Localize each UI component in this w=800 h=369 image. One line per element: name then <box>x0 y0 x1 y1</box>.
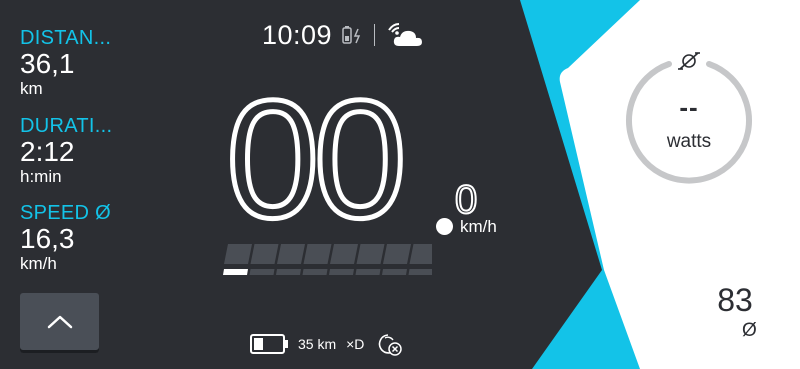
distance-stat: DISTAN... 36,1 km <box>20 27 200 99</box>
avg-speed-stat: SPEED Ø 16,3 km/h <box>20 202 200 274</box>
assist-segment <box>303 244 332 264</box>
assist-indicator <box>302 269 328 275</box>
battery-fill <box>254 338 263 350</box>
chevron-up-icon <box>47 315 73 329</box>
assist-segment <box>383 244 411 264</box>
light-label: ×D <box>346 336 365 352</box>
assist-indicator <box>355 269 381 275</box>
ebike-display: DISTAN... 36,1 km DURATI... 2:12 h:min S… <box>0 0 800 369</box>
assist-indicator <box>329 269 354 275</box>
pedal-power-icon <box>678 52 700 70</box>
range-value: 35 km <box>298 336 337 352</box>
avg-speed-label: SPEED Ø <box>20 202 112 224</box>
assist-segment <box>330 244 358 264</box>
distance-unit: km <box>20 79 43 98</box>
assist-indicator-active <box>223 269 248 275</box>
speed-decimal: 0 <box>454 177 478 223</box>
assist-lower-segments <box>223 269 432 275</box>
distance-value: 36,1 <box>20 48 75 79</box>
bottom-status-bar: 35 km ×D <box>250 331 406 357</box>
assist-indicator <box>249 269 275 275</box>
assist-indicator <box>382 269 407 275</box>
assist-segment <box>224 244 252 264</box>
status-bar: 10:09 <box>262 18 429 52</box>
clock: 10:09 <box>262 19 333 50</box>
phone-battery-charging-icon <box>342 26 361 44</box>
cadence-value: 83 <box>717 282 753 318</box>
scroll-up-button[interactable] <box>20 293 99 353</box>
assist-indicator <box>276 269 301 275</box>
distance-label: DISTAN... <box>20 27 112 49</box>
assist-indicator <box>408 269 432 275</box>
speed-integer: 00 <box>224 65 410 253</box>
assist-level-bar <box>223 244 432 275</box>
duration-stat: DURATI... 2:12 h:min <box>20 115 200 187</box>
status-divider <box>374 24 376 46</box>
speed-unit: km/h <box>460 217 497 236</box>
avg-speed-value: 16,3 <box>20 223 75 254</box>
power-value: -- <box>679 92 699 122</box>
assist-upper-segments <box>224 244 432 264</box>
assist-off-icon <box>379 334 403 356</box>
connected-cloud-icon <box>388 23 423 46</box>
decimal-point <box>436 218 453 235</box>
battery-icon <box>250 334 288 354</box>
assist-segment <box>250 244 279 264</box>
assist-segment <box>409 244 432 264</box>
duration-value: 2:12 <box>20 136 75 167</box>
duration-label: DURATI... <box>20 115 113 137</box>
duration-unit: h:min <box>20 167 62 186</box>
cadence-unit: Ø <box>742 320 757 341</box>
avg-speed-unit: km/h <box>20 254 57 273</box>
assist-segment <box>277 244 305 264</box>
assist-segment <box>356 244 385 264</box>
power-unit: watts <box>666 131 712 152</box>
